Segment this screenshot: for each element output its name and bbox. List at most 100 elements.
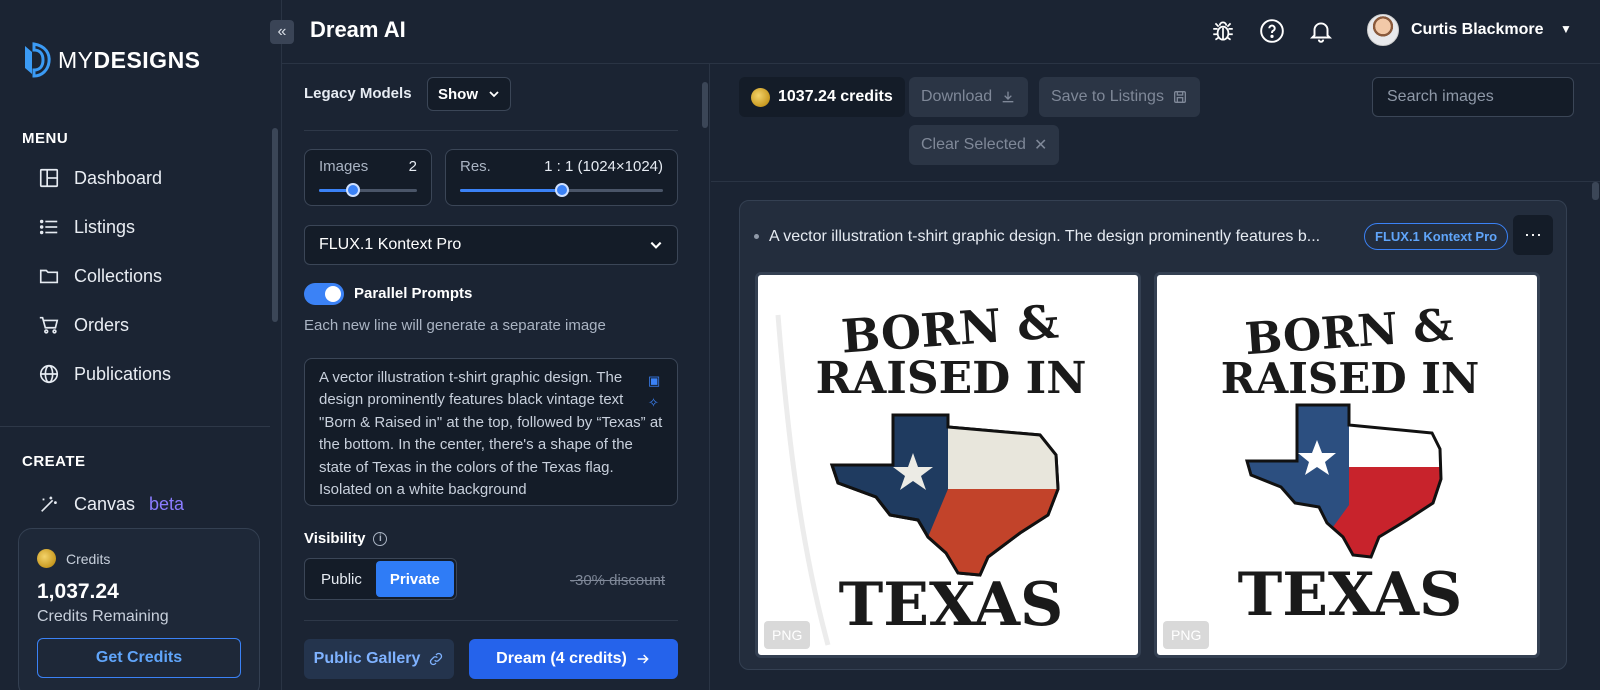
- image-upload-icon[interactable]: ▣: [648, 370, 660, 392]
- slider-track[interactable]: [319, 183, 417, 197]
- legacy-models-select[interactable]: Show: [427, 77, 511, 111]
- beta-badge: beta: [149, 493, 185, 514]
- design-text-line-2: RAISED IN: [1221, 354, 1480, 403]
- coin-icon: [37, 549, 56, 568]
- sidebar-item-canvas[interactable]: Canvas beta: [38, 493, 184, 515]
- sidebar-item-collections[interactable]: Collections: [38, 265, 162, 287]
- download-label: Download: [921, 88, 993, 105]
- save-to-listings-label: Save to Listings: [1051, 88, 1164, 105]
- parallel-prompts-toggle[interactable]: [304, 283, 344, 305]
- download-icon: [1002, 91, 1014, 103]
- format-badge: PNG: [1163, 621, 1210, 649]
- slider-track[interactable]: [460, 183, 663, 197]
- close-icon: ✕: [1033, 137, 1048, 154]
- clear-selected-button[interactable]: Clear Selected ✕: [909, 125, 1060, 165]
- more-options-button[interactable]: ⋯: [1513, 215, 1553, 255]
- credits-balance: 1037.24 credits: [739, 77, 905, 117]
- credits-balance-text: 1037.24 credits: [778, 88, 893, 105]
- public-gallery-button[interactable]: Public Gallery: [304, 639, 454, 679]
- panel-divider: [304, 620, 678, 621]
- slider-thumb[interactable]: [346, 183, 361, 197]
- bell-icon[interactable]: [1308, 18, 1334, 44]
- images-label: Images: [319, 158, 369, 175]
- credits-card: Credits 1,037.24 Credits Remaining Get C…: [18, 528, 260, 690]
- get-credits-button[interactable]: Get Credits: [37, 638, 241, 678]
- legacy-models-value: Show: [438, 85, 478, 103]
- results-area: 1037.24 credits Download Save to Listing…: [711, 64, 1600, 690]
- sidebar-item-label: Orders: [74, 314, 130, 335]
- texas-design-image: BORN & RAISED IN TEXAS: [1221, 300, 1480, 630]
- results-toolbar: 1037.24 credits Download Save to Listing…: [711, 64, 1600, 182]
- logo-text-prefix: MY: [58, 46, 94, 73]
- generated-image-2[interactable]: BORN & RAISED IN TEXAS PNG: [1154, 272, 1540, 658]
- list-icon: [39, 219, 58, 235]
- sidebar-item-dashboard[interactable]: Dashboard: [38, 167, 162, 189]
- sidebar-item-label: Collections: [74, 265, 163, 286]
- clear-selected-label: Clear Selected: [921, 136, 1026, 153]
- search-images-input[interactable]: [1372, 77, 1574, 117]
- user-name[interactable]: Curtis Blackmore: [1411, 21, 1544, 39]
- sidebar-divider: [0, 426, 270, 427]
- sidebar-item-label: Canvas: [74, 493, 136, 514]
- logo-mark-icon: [25, 42, 51, 78]
- link-icon: [430, 652, 443, 666]
- help-icon[interactable]: [1259, 18, 1285, 44]
- caret-down-icon[interactable]: ▼: [1560, 22, 1572, 36]
- resolution-slider[interactable]: Res. 1 : 1 (1024×1024): [445, 149, 678, 206]
- chevron-down-icon: [489, 91, 499, 98]
- save-to-listings-button[interactable]: Save to Listings: [1039, 77, 1200, 117]
- legacy-models-label: Legacy Models: [304, 85, 412, 102]
- sparkle-icon[interactable]: ✧: [648, 392, 660, 414]
- arrow-right-icon: [637, 654, 649, 664]
- generation-result-card: A vector illustration t-shirt graphic de…: [739, 200, 1567, 670]
- magic-wand-icon: [41, 496, 57, 512]
- top-header: « Dream AI Curtis Blackmore ▼: [270, 0, 1600, 64]
- avatar[interactable]: [1367, 14, 1399, 46]
- cart-icon: [39, 316, 59, 334]
- slider-fill: [460, 189, 562, 192]
- sidebar-item-publications[interactable]: Publications: [38, 363, 171, 385]
- prompt-textarea[interactable]: A vector illustration t-shirt graphic de…: [304, 358, 678, 506]
- dream-button[interactable]: Dream (4 credits): [469, 639, 678, 679]
- logo-text-suffix: DESIGNS: [93, 46, 201, 73]
- texas-design-image: BORN & RAISED IN TEXAS: [775, 295, 1087, 646]
- discount-label: -30% discount: [570, 572, 666, 589]
- resolution-label: Res.: [460, 158, 491, 175]
- dream-button-label: Dream (4 credits): [496, 650, 627, 667]
- results-scrollbar[interactable]: [1592, 182, 1599, 200]
- create-section-label: CREATE: [22, 453, 86, 470]
- model-select[interactable]: FLUX.1 Kontext Pro: [304, 225, 678, 265]
- credits-subtitle: Credits Remaining: [37, 608, 169, 625]
- visibility-toggle: Public Private: [304, 558, 457, 600]
- sidebar-item-listings[interactable]: Listings: [38, 216, 135, 238]
- panel-scrollbar[interactable]: [702, 82, 708, 128]
- design-text-line-3: TEXAS: [839, 570, 1064, 640]
- sidebar-scrollbar[interactable]: [272, 128, 278, 322]
- images-count-slider[interactable]: Images 2: [304, 149, 432, 206]
- collapse-sidebar-button[interactable]: «: [270, 20, 294, 44]
- sidebar-item-label: Publications: [74, 363, 172, 384]
- save-icon: [1173, 91, 1186, 103]
- sidebar-item-label: Dashboard: [74, 167, 163, 188]
- info-icon[interactable]: i: [373, 531, 388, 546]
- globe-icon: [39, 364, 59, 384]
- visibility-private-option[interactable]: Private: [375, 561, 454, 597]
- panel-divider: [304, 130, 678, 131]
- double-chevron-left-icon: «: [277, 23, 287, 40]
- credits-amount: 1,037.24: [37, 580, 119, 603]
- bug-icon[interactable]: [1210, 18, 1236, 44]
- generated-image-1[interactable]: BORN & RAISED IN TEXAS PNG: [755, 272, 1141, 658]
- download-button[interactable]: Download: [909, 77, 1029, 117]
- chevron-down-icon: [650, 241, 662, 249]
- sidebar-item-orders[interactable]: Orders: [38, 314, 129, 336]
- parallel-prompts-help: Each new line will generate a separate i…: [304, 317, 606, 334]
- visibility-public-option[interactable]: Public: [307, 561, 376, 597]
- slider-thumb[interactable]: [554, 183, 569, 197]
- format-badge: PNG: [764, 621, 811, 649]
- brand-logo[interactable]: MYDESIGNS: [22, 40, 201, 80]
- design-text-line-3: TEXAS: [1238, 560, 1463, 630]
- page-title: Dream AI: [310, 17, 406, 42]
- design-text-line-2: RAISED IN: [816, 353, 1087, 404]
- visibility-label: Visibility: [304, 530, 366, 547]
- model-select-value: FLUX.1 Kontext Pro: [319, 236, 462, 253]
